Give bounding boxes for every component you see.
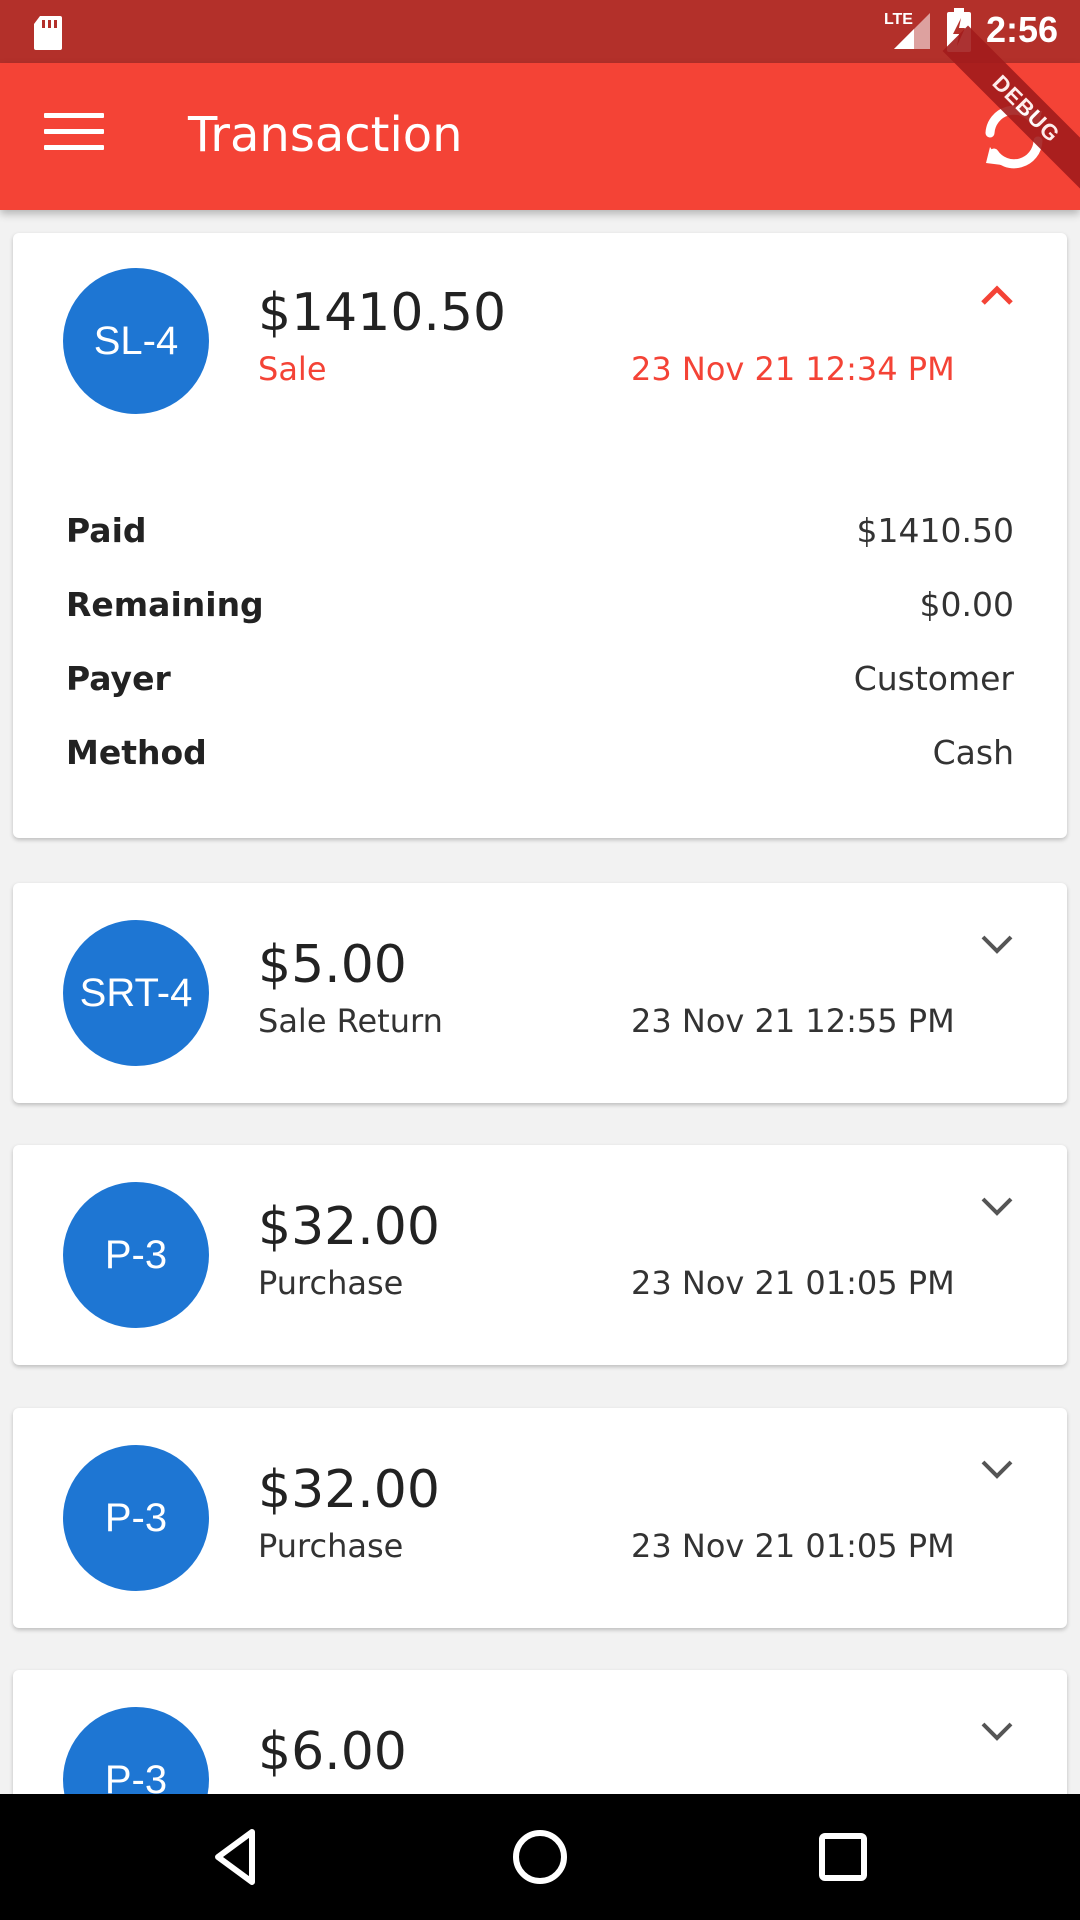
detail-label: Remaining — [66, 585, 264, 624]
transaction-card[interactable]: P-3 $32.00 Purchase 23 Nov 21 01:05 PM — [13, 1408, 1067, 1628]
detail-label: Paid — [66, 511, 147, 550]
detail-value: Cash — [932, 733, 1014, 772]
transaction-avatar: P-3 — [63, 1445, 209, 1591]
transaction-amount: $1410.50 — [258, 283, 507, 343]
menu-icon-line — [44, 113, 104, 118]
chevron-down-icon[interactable] — [977, 1450, 1017, 1490]
menu-icon-line — [44, 145, 104, 150]
transaction-avatar: P-3 — [63, 1707, 209, 1794]
transaction-date: 23 Nov 21 01:05 PM — [631, 1527, 955, 1565]
back-triangle-icon[interactable] — [204, 1824, 270, 1890]
transaction-amount: $32.00 — [258, 1197, 440, 1257]
signal-icon: LTE — [884, 9, 932, 51]
transaction-avatar: SL-4 — [63, 268, 209, 414]
transaction-list: SL-4 $1410.50 Sale 23 Nov 21 12:34 PM Pa… — [0, 210, 1080, 1794]
detail-row-method: Method Cash — [66, 733, 1014, 777]
menu-icon-line — [44, 129, 104, 134]
transaction-type: Sale — [258, 350, 327, 388]
detail-row-paid: Paid $1410.50 — [66, 511, 1014, 555]
transaction-card[interactable]: SRT-4 $5.00 Sale Return 23 Nov 21 12:55 … — [13, 883, 1067, 1103]
transaction-type: Purchase — [258, 1264, 404, 1302]
status-bar: LTE 2:56 — [0, 0, 1080, 63]
transaction-type: Purchase — [258, 1527, 404, 1565]
transaction-type: Sale Return — [258, 1002, 443, 1040]
transaction-avatar: P-3 — [63, 1182, 209, 1328]
transaction-avatar: SRT-4 — [63, 920, 209, 1066]
transaction-date: 23 Nov 21 12:34 PM — [631, 350, 955, 388]
status-clock: 2:56 — [985, 9, 1058, 50]
system-nav-bar — [0, 1794, 1080, 1920]
transaction-amount: $5.00 — [258, 935, 407, 995]
transaction-card[interactable]: P-3 $6.00 — [13, 1670, 1067, 1794]
app-bar: Transaction DEBUG — [0, 25, 1080, 210]
chevron-down-icon[interactable] — [977, 925, 1017, 965]
chevron-down-icon[interactable] — [977, 1187, 1017, 1227]
menu-button[interactable] — [44, 113, 104, 153]
detail-value: $0.00 — [919, 585, 1014, 624]
detail-label: Method — [66, 733, 207, 772]
detail-label: Payer — [66, 659, 171, 698]
detail-value: $1410.50 — [856, 511, 1014, 550]
transaction-card[interactable]: P-3 $32.00 Purchase 23 Nov 21 01:05 PM — [13, 1145, 1067, 1365]
transaction-amount: $32.00 — [258, 1460, 440, 1520]
chevron-up-icon[interactable] — [977, 275, 1017, 315]
page-title: Transaction — [188, 107, 463, 163]
detail-value: Customer — [853, 659, 1014, 698]
network-type-label: LTE — [883, 11, 913, 28]
recents-square-icon[interactable] — [810, 1824, 876, 1890]
transaction-date: 23 Nov 21 12:55 PM — [631, 1002, 955, 1040]
chevron-down-icon[interactable] — [977, 1712, 1017, 1752]
sd-card-icon — [34, 16, 62, 50]
transaction-date: 23 Nov 21 01:05 PM — [631, 1264, 955, 1302]
detail-row-payer: Payer Customer — [66, 659, 1014, 703]
detail-row-remaining: Remaining $0.00 — [66, 585, 1014, 629]
transaction-amount: $6.00 — [258, 1722, 407, 1782]
transaction-card[interactable]: SL-4 $1410.50 Sale 23 Nov 21 12:34 PM Pa… — [13, 233, 1067, 838]
home-circle-icon[interactable] — [507, 1824, 573, 1890]
